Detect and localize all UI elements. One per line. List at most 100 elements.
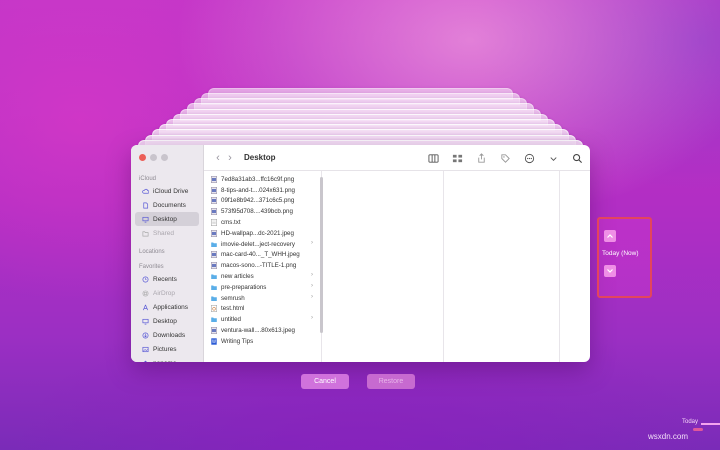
- image-file-icon: [211, 186, 217, 194]
- file-item[interactable]: ventura-wall....80x613.jpeg: [204, 325, 321, 336]
- column-view-icon[interactable]: [426, 151, 440, 165]
- chevron-right-icon: ›: [311, 272, 313, 279]
- file-item[interactable]: macos-sono...-TITLE-1.png: [204, 260, 321, 271]
- empty-column: [322, 171, 444, 362]
- sidebar-item-desktop[interactable]: Desktop: [135, 314, 199, 328]
- cancel-button[interactable]: Cancel: [301, 374, 349, 389]
- sidebar-item-label: Shared: [153, 229, 174, 237]
- sidebar-item-label: Desktop: [153, 215, 177, 223]
- folder-icon: [211, 241, 217, 248]
- file-name: semrush: [221, 294, 245, 302]
- more-options-icon[interactable]: [522, 151, 536, 165]
- chevron-down-icon[interactable]: [546, 151, 560, 165]
- clock-icon: [142, 276, 149, 283]
- chevron-right-icon: ›: [311, 282, 313, 289]
- image-file-icon: [211, 197, 217, 205]
- folder-icon: [211, 284, 217, 291]
- image-file-icon: [211, 327, 217, 334]
- sidebar-item-noname[interactable]: noname: [135, 356, 199, 362]
- file-name: 7ed8a31ab3...ffc16c9f.png: [221, 175, 295, 183]
- sidebar-item-desktop[interactable]: Desktop: [135, 212, 199, 226]
- file-name: mac-card-40..._T_WHH.jpeg: [221, 251, 300, 259]
- zoom-button[interactable]: [161, 154, 168, 161]
- window-controls: [139, 154, 168, 161]
- sidebar-item-label: AirDrop: [153, 289, 176, 297]
- sidebar-item-label: Desktop: [153, 317, 177, 325]
- desktop-icon: [142, 216, 149, 223]
- sidebar-item-recents[interactable]: Recents: [135, 272, 199, 286]
- restore-button[interactable]: Restore: [367, 374, 415, 389]
- sidebar-item-documents[interactable]: Documents: [135, 198, 199, 212]
- shared-folder-icon: [142, 230, 149, 237]
- timeline-label: Today: [682, 419, 699, 425]
- timeline-tick[interactable]: [701, 423, 720, 425]
- file-item[interactable]: W Writing Tips: [204, 336, 321, 347]
- sidebar-item-downloads[interactable]: Downloads: [135, 328, 199, 342]
- group-icon[interactable]: [450, 151, 464, 165]
- sidebar-item-pictures[interactable]: Pictures: [135, 342, 199, 356]
- file-item[interactable]: 573f95d708....439bcb.png: [204, 206, 321, 217]
- sidebar-item-label: iCloud Drive: [153, 187, 189, 195]
- chevron-right-icon: ›: [311, 293, 313, 300]
- file-item[interactable]: 8-tips-and-t....024x631.png: [204, 185, 321, 196]
- folder-item[interactable]: semrush ›: [204, 293, 321, 304]
- home-icon: [142, 360, 149, 362]
- folder-item[interactable]: new articles ›: [204, 271, 321, 282]
- minimize-button[interactable]: [150, 154, 157, 161]
- forward-arrow-icon[interactable]: ›: [224, 152, 236, 164]
- airdrop-icon: [142, 290, 149, 297]
- file-item[interactable]: test.html: [204, 304, 321, 315]
- watermark: wsxdn.com: [648, 432, 689, 441]
- sidebar-item-icloud-drive[interactable]: iCloud Drive: [135, 184, 199, 198]
- file-item[interactable]: 09f1e8b942...371c6c5.png: [204, 196, 321, 207]
- sidebar-item-applications[interactable]: Applications: [135, 300, 199, 314]
- later-backup-button[interactable]: [604, 265, 616, 277]
- folder-item[interactable]: untitled ›: [204, 314, 321, 325]
- doc-file-icon: W: [211, 338, 217, 345]
- window-title: Desktop: [244, 153, 276, 162]
- chevron-down-icon: [607, 269, 613, 273]
- close-button[interactable]: [139, 154, 146, 161]
- image-file-icon: [211, 229, 217, 237]
- folder-icon: [211, 316, 217, 323]
- sidebar-section-header: Locations: [139, 249, 165, 255]
- image-file-icon: [211, 251, 217, 259]
- file-item[interactable]: 7ed8a31ab3...ffc16c9f.png: [204, 174, 321, 185]
- earlier-backup-button[interactable]: [604, 230, 616, 242]
- finder-sidebar: iCloud iCloud Drive Documents Desktop Shared…: [131, 145, 204, 362]
- svg-text:W: W: [212, 339, 216, 344]
- scrollbar[interactable]: [320, 177, 323, 333]
- tag-icon[interactable]: [498, 151, 512, 165]
- sidebar-section-header: iCloud: [139, 176, 157, 182]
- cloud-icon: [142, 188, 149, 195]
- folder-icon: [211, 295, 217, 302]
- share-icon[interactable]: [474, 151, 488, 165]
- image-file-icon: [211, 208, 217, 216]
- chevron-up-icon: [607, 234, 613, 238]
- folder-icon: [211, 273, 217, 280]
- current-backup-label: Today (Now): [602, 250, 639, 257]
- sidebar-section-header: Favorites: [139, 264, 164, 270]
- file-name: imovie-delet...ject-recovery: [221, 240, 295, 248]
- file-name: test.html: [221, 305, 245, 313]
- file-item[interactable]: HD-wallpap...dc-2021.jpeg: [204, 228, 321, 239]
- document-icon: [142, 202, 149, 209]
- folder-item[interactable]: imovie-delet...ject-recovery ›: [204, 239, 321, 250]
- timeline-pointer: [693, 428, 703, 431]
- finder-window: iCloud iCloud Drive Documents Desktop Shared…: [131, 145, 590, 362]
- file-name: untitled: [221, 316, 241, 324]
- search-icon[interactable]: [570, 151, 584, 165]
- file-item[interactable]: cms.txt: [204, 217, 321, 228]
- file-name: new articles: [221, 273, 254, 281]
- sidebar-item-label: Recents: [153, 275, 177, 283]
- sidebar-item-shared[interactable]: Shared: [135, 226, 199, 240]
- finder-toolbar: ‹ › Desktop: [204, 145, 590, 171]
- sidebar-item-airdrop[interactable]: AirDrop: [135, 286, 199, 300]
- desktop-icon: [142, 318, 149, 325]
- back-arrow-icon[interactable]: ‹: [212, 152, 224, 164]
- applications-icon: [142, 304, 149, 311]
- folder-item[interactable]: pre-preparations ›: [204, 282, 321, 293]
- finder-main: ‹ › Desktop 7ed8a31ab3...ffc16c9f.png 8-…: [204, 145, 590, 362]
- file-item[interactable]: mac-card-40..._T_WHH.jpeg: [204, 250, 321, 261]
- file-name: 8-tips-and-t....024x631.png: [221, 186, 295, 194]
